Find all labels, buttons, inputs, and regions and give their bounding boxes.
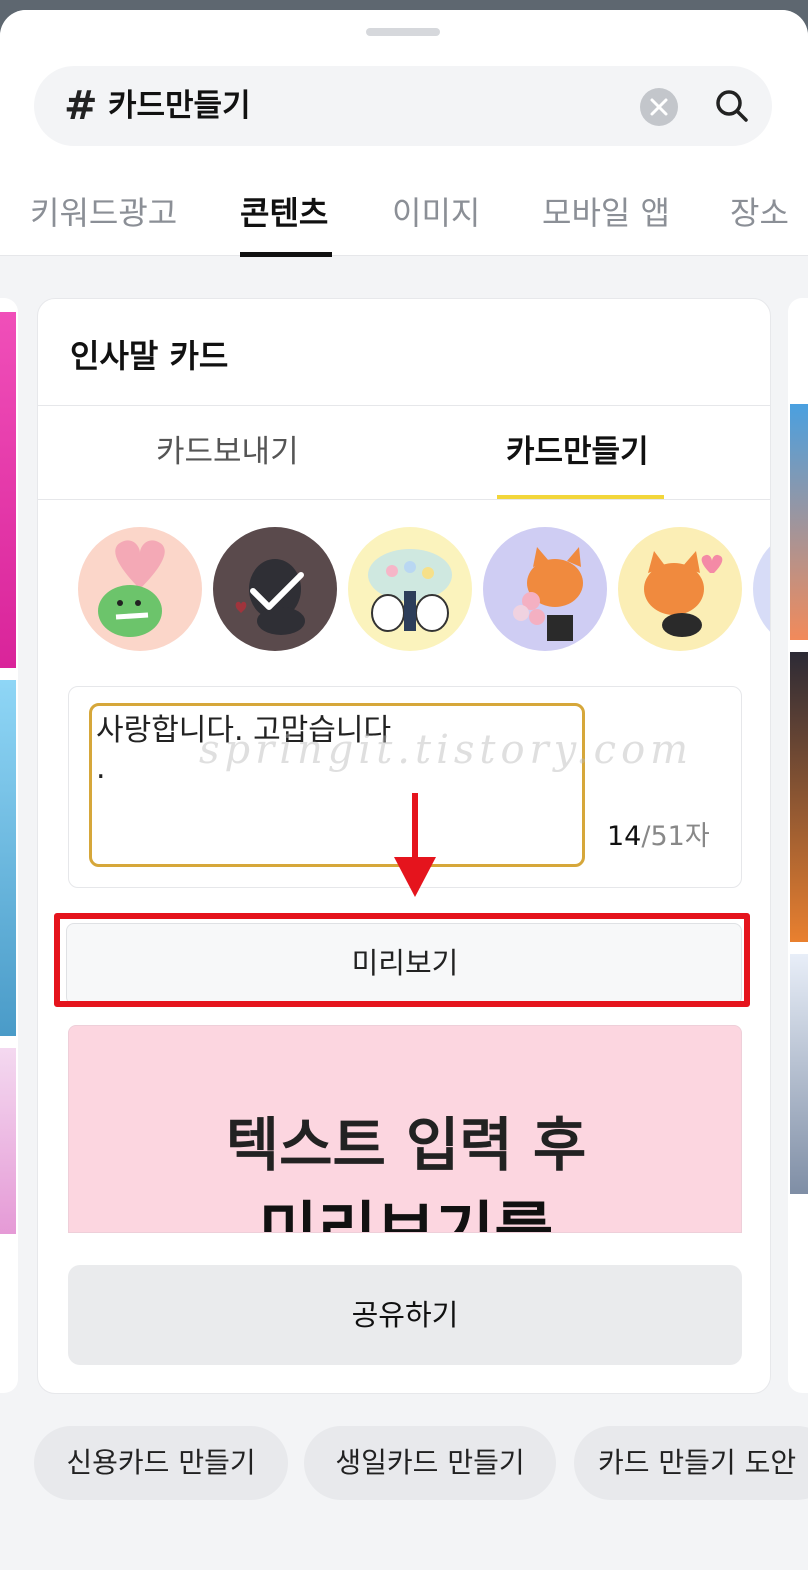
search-bar[interactable]: # 카드만들기	[34, 66, 772, 146]
close-icon	[650, 98, 668, 116]
tab-keyword-ads[interactable]: 키워드광고	[30, 186, 177, 240]
related-search-chip[interactable]: 카드 만들기 도안	[574, 1426, 808, 1500]
sticker-option[interactable]	[78, 527, 202, 651]
header-area: # 카드만들기 키워드광고 콘텐츠 이미지 모바일 앱 장소	[0, 10, 808, 257]
card-image	[790, 652, 808, 942]
related-search-chip[interactable]: 신용카드 만들기	[34, 1426, 288, 1500]
divider	[38, 499, 770, 500]
preview-text-line2: 미리보기를	[258, 1196, 554, 1233]
related-searches: 신용카드 만들기 생일카드 만들기 카드 만들기 도안	[0, 1426, 808, 1502]
bottom-sheet: # 카드만들기 키워드광고 콘텐츠 이미지 모바일 앱 장소 인사말 카드 카드…	[0, 10, 808, 1570]
subtab-make-card[interactable]: 카드만들기	[506, 429, 649, 475]
related-search-chip[interactable]: 생일카드 만들기	[304, 1426, 556, 1500]
character-counter: 14/51자	[607, 817, 710, 857]
divider	[38, 405, 770, 406]
active-tab-indicator	[240, 252, 332, 257]
character-limit: /51자	[641, 821, 710, 852]
watermark: springit.tistory.com	[199, 727, 694, 773]
green-character-heart-icon	[98, 540, 165, 637]
tab-mobile-app[interactable]: 모바일 앱	[542, 186, 670, 240]
drag-handle[interactable]	[366, 28, 440, 36]
down-arrow-annotation	[394, 793, 436, 897]
tab-contents[interactable]: 콘텐츠	[240, 186, 328, 240]
sticker-option[interactable]	[753, 527, 770, 651]
card-image	[0, 1048, 16, 1234]
card-image	[0, 312, 16, 668]
share-button-label: 공유하기	[351, 1298, 459, 1332]
clear-search-button[interactable]	[640, 88, 678, 126]
category-tabs: 키워드광고 콘텐츠 이미지 모바일 앱 장소	[0, 186, 808, 256]
card-image	[790, 954, 808, 1194]
search-button[interactable]	[710, 84, 754, 128]
fox-heart-icon	[644, 551, 723, 637]
previous-card-peek[interactable]	[0, 298, 18, 1393]
hashtag-icon: #	[64, 83, 98, 129]
share-button[interactable]: 공유하기	[68, 1265, 742, 1365]
character-count: 14	[607, 821, 642, 852]
subtab-send-card[interactable]: 카드보내기	[156, 429, 299, 475]
card-image	[0, 680, 16, 1036]
tab-images[interactable]: 이미지	[392, 186, 480, 240]
fox-flowers-icon	[513, 547, 583, 641]
card-preview-image: 텍스트 입력 후 미리보기를	[68, 1025, 742, 1233]
card-image	[790, 404, 808, 640]
card-title: 인사말 카드	[70, 337, 229, 375]
bouquet-characters-icon	[368, 549, 452, 632]
highlight-annotation	[54, 913, 750, 1007]
next-card-peek[interactable]	[788, 298, 808, 1393]
preview-text-line1: 텍스트 입력 후	[225, 1111, 587, 1179]
search-input[interactable]: 카드만들기	[108, 84, 251, 128]
tab-places[interactable]: 장소	[730, 186, 789, 240]
sticker-option[interactable]	[483, 527, 607, 651]
search-icon	[716, 90, 748, 122]
sticker-option[interactable]	[618, 527, 742, 651]
greeting-card-widget: 인사말 카드 카드보내기 카드만들기 사랑합니다. 고맙습니다 . spring…	[37, 298, 771, 1394]
checkmark-icon	[250, 572, 304, 610]
sticker-option-selected[interactable]	[213, 527, 337, 651]
sticker-selector	[78, 527, 770, 653]
sticker-option[interactable]	[348, 527, 472, 651]
